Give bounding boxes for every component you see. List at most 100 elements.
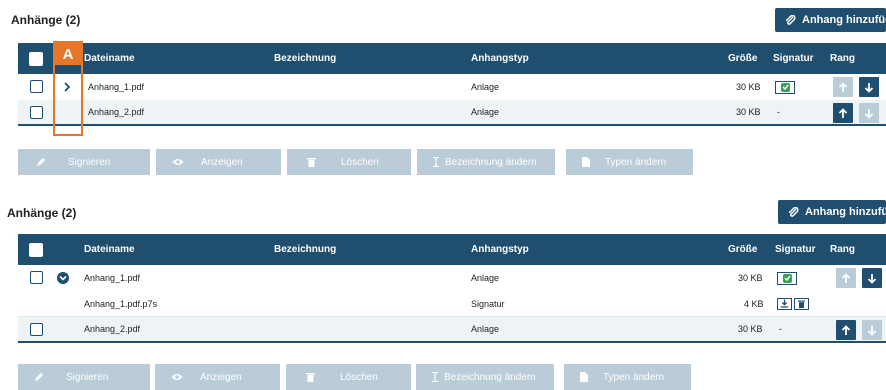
arrow-up-icon [841, 324, 851, 335]
header-signature[interactable]: Signatur [773, 43, 814, 74]
paperclip-icon [785, 14, 796, 25]
add-attachment-button[interactable]: Anhang hinzufügen [778, 200, 886, 224]
arrow-down-icon [867, 325, 877, 336]
eye-icon [171, 374, 183, 380]
pencil-icon [35, 373, 43, 381]
delete-button[interactable]: Löschen [287, 149, 411, 175]
header-type[interactable]: Anhangstyp [471, 43, 529, 74]
header-filename[interactable]: Dateiname [84, 234, 135, 265]
add-attachment-label: Anhang hinzufügen [802, 14, 886, 26]
signature-status[interactable] [777, 271, 797, 285]
row-type: Anlage [471, 82, 500, 92]
file-icon [580, 372, 588, 382]
arrow-up-icon [838, 81, 848, 92]
sign-label: Signieren [68, 156, 111, 168]
text-cursor-icon [432, 372, 438, 382]
header-type[interactable]: Anhangstyp [471, 234, 529, 265]
table-row[interactable]: Anhang_2.pdf Anlage 30 KB - [18, 317, 886, 343]
rank-down-button[interactable] [859, 103, 879, 123]
section-title: Anhänge (2) [7, 206, 77, 220]
table-header: Dateiname Bezeichnung Anhangstyp Größe S… [18, 43, 886, 74]
rank-up-button[interactable] [836, 320, 856, 340]
row-filename: Anhang_1.pdf.p7s [84, 298, 158, 309]
rank-down-button[interactable] [862, 268, 882, 288]
attachments-section-2: Anhänge (2) Anhang hinzufügen Dateiname … [0, 196, 886, 390]
download-icon[interactable] [777, 297, 792, 310]
header-description[interactable]: Bezeichnung [274, 234, 336, 265]
header-signature[interactable]: Signatur [775, 234, 816, 265]
pencil-icon [37, 158, 45, 166]
rename-button[interactable]: Bezeichnung ändern [417, 149, 555, 175]
signature-status[interactable] [775, 80, 795, 94]
header-rank: Rang [830, 244, 855, 255]
row-checkbox[interactable] [30, 323, 43, 336]
table-row[interactable]: Anhang_1.pdf Anlage 30 KB [18, 74, 886, 100]
row-size: 30 KB [736, 107, 761, 117]
arrow-down-icon [867, 273, 877, 284]
table-subrow[interactable]: Anhang_1.pdf.p7s Signatur 4 KB [18, 291, 886, 317]
paperclip-icon [788, 206, 799, 217]
sign-label: Signieren [66, 371, 109, 383]
signature-status: - [777, 107, 780, 117]
signature-status: - [779, 324, 782, 334]
rename-label: Bezeichnung ändern [444, 371, 536, 383]
change-type-button[interactable]: Typen ändern [564, 364, 691, 390]
view-label: Anzeigen [200, 371, 242, 383]
section-title: Anhänge (2) [11, 13, 81, 27]
trash-icon[interactable] [794, 297, 809, 310]
change-type-label: Typen ändern [603, 371, 665, 383]
row-filename: Anhang_1.pdf [88, 82, 145, 92]
rank-up-button[interactable] [833, 103, 853, 123]
add-attachment-label: Anhang hinzufügen [805, 206, 886, 218]
table-row[interactable]: Anhang_1.pdf Anlage 30 KB [18, 265, 886, 291]
trash-icon [306, 373, 315, 382]
row-type: Signatur [471, 298, 505, 309]
row-size: 30 KB [738, 273, 763, 283]
arrow-down-icon [864, 82, 874, 93]
row-size: 30 KB [736, 82, 761, 92]
annotation-marker-label: A [55, 43, 81, 65]
header-description[interactable]: Bezeichnung [274, 43, 336, 74]
text-cursor-icon [433, 157, 439, 167]
check-icon [782, 273, 792, 283]
rename-button[interactable]: Bezeichnung ändern [416, 364, 554, 390]
eye-icon [172, 159, 184, 165]
table-row[interactable]: Anhang_2.pdf Anlage 30 KB - [18, 100, 886, 126]
delete-label: Löschen [340, 371, 378, 383]
row-size: 30 KB [738, 324, 763, 334]
row-checkbox[interactable] [30, 106, 43, 119]
delete-label: Löschen [341, 156, 379, 168]
header-filename[interactable]: Dateiname [84, 43, 135, 74]
arrow-up-icon [841, 272, 851, 283]
rank-down-button[interactable] [859, 77, 879, 97]
select-all-checkbox[interactable] [29, 243, 43, 257]
view-label: Anzeigen [201, 156, 243, 168]
check-icon [780, 82, 790, 92]
sign-button[interactable]: Signieren [18, 149, 150, 175]
trash-icon [307, 158, 316, 167]
header-size[interactable]: Größe [728, 234, 757, 265]
header-size[interactable]: Größe [728, 43, 757, 74]
rename-label: Bezeichnung ändern [445, 156, 537, 168]
row-filename: Anhang_1.pdf [84, 273, 141, 283]
row-filename: Anhang_2.pdf [84, 324, 141, 334]
attachments-table: Dateiname Bezeichnung Anhangstyp Größe S… [18, 234, 886, 343]
row-checkbox[interactable] [30, 80, 43, 93]
change-type-button[interactable]: Typen ändern [566, 149, 693, 175]
view-button[interactable]: Anzeigen [155, 364, 280, 390]
rank-up-button[interactable] [833, 77, 853, 97]
change-type-label: Typen ändern [605, 156, 667, 168]
row-type: Anlage [471, 273, 500, 283]
select-all-checkbox[interactable] [29, 52, 43, 66]
delete-button[interactable]: Löschen [286, 364, 411, 390]
chevron-down-icon[interactable] [57, 272, 69, 284]
rank-down-button[interactable] [862, 320, 882, 340]
row-type: Anlage [471, 324, 500, 334]
table-header: Dateiname Bezeichnung Anhangstyp Größe S… [18, 234, 886, 265]
rank-up-button[interactable] [836, 268, 856, 288]
sign-button[interactable]: Signieren [18, 364, 150, 390]
view-button[interactable]: Anzeigen [156, 149, 281, 175]
row-checkbox[interactable] [30, 271, 43, 284]
add-attachment-button[interactable]: Anhang hinzufügen [775, 8, 886, 32]
header-rank: Rang [830, 53, 855, 64]
